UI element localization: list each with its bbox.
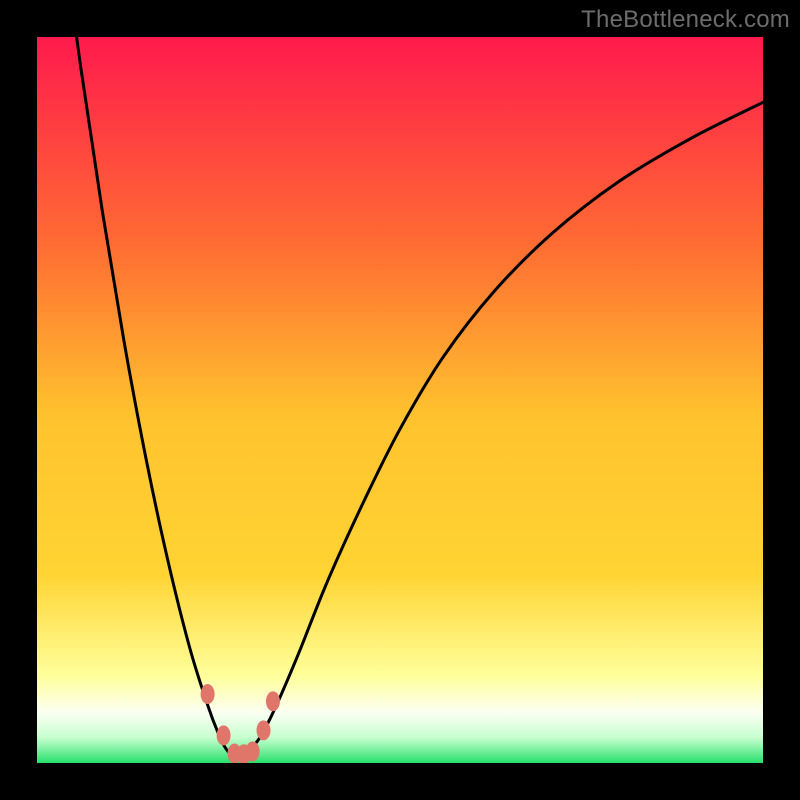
highlight-point xyxy=(201,684,215,704)
plot-area xyxy=(37,37,763,763)
heatmap-background xyxy=(37,37,763,763)
highlight-point xyxy=(257,720,271,740)
bottleneck-plot-svg xyxy=(37,37,763,763)
watermark-text: TheBottleneck.com xyxy=(581,6,790,34)
highlight-point xyxy=(217,725,231,745)
highlight-point xyxy=(246,741,260,761)
highlight-point xyxy=(266,691,280,711)
chart-frame: TheBottleneck.com xyxy=(0,0,800,800)
